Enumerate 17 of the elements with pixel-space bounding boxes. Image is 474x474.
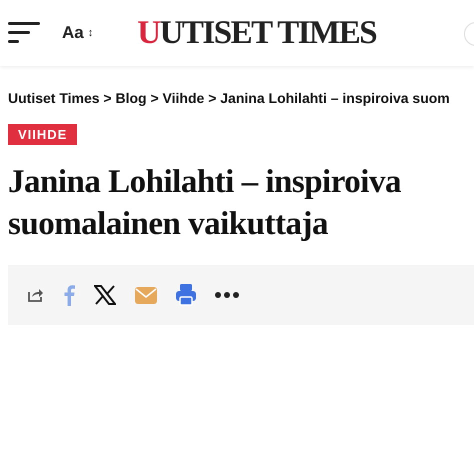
font-size-button[interactable]: Aa ↕ xyxy=(62,23,94,43)
share-button[interactable] xyxy=(26,286,44,304)
envelope-icon xyxy=(135,286,157,304)
category-tag[interactable]: VIIHDE xyxy=(8,124,78,145)
more-button[interactable] xyxy=(215,292,239,298)
breadcrumb: Uutiset Times > Blog > Viihde > Janina Lohilahti – inspiroiva suom xyxy=(8,90,450,106)
site-logo[interactable]: UUTISET TIMES xyxy=(137,14,376,52)
x-button[interactable] xyxy=(94,285,116,305)
article-title: Janina Lohilahti – inspiroiva suomalainen vaikuttaja xyxy=(8,163,402,244)
x-logo-icon xyxy=(94,285,116,305)
facebook-icon xyxy=(63,284,75,306)
menu-button[interactable] xyxy=(8,21,40,45)
menu-icon xyxy=(8,21,40,45)
share-icon xyxy=(26,286,44,304)
more-icon xyxy=(215,292,239,298)
print-button[interactable] xyxy=(176,284,196,306)
printer-icon xyxy=(176,284,196,306)
